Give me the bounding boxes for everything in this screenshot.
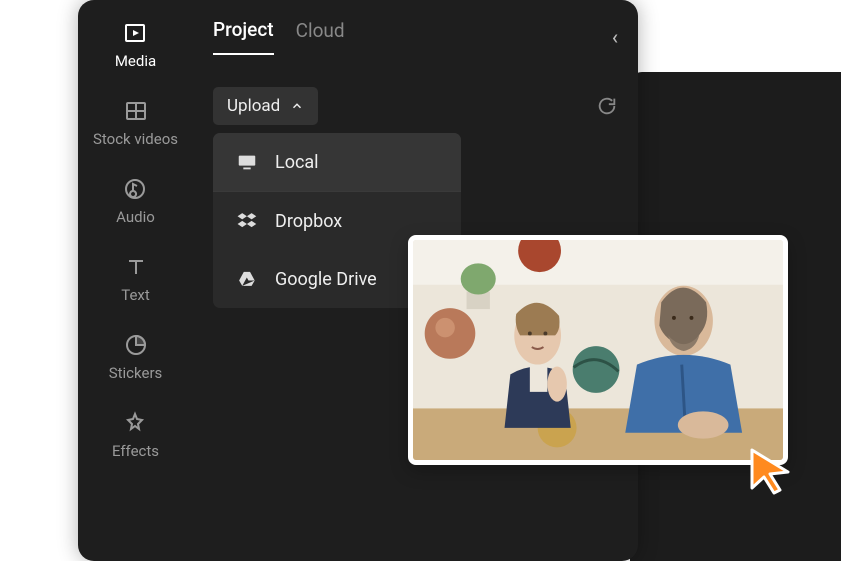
media-thumbnail[interactable] xyxy=(408,235,788,465)
stickers-icon xyxy=(123,332,149,358)
sidebar-item-effects[interactable]: Effects xyxy=(112,410,159,460)
sidebar-item-text[interactable]: Text xyxy=(121,254,150,304)
tabs: Project Cloud ‹‹ xyxy=(213,18,618,55)
media-icon xyxy=(122,20,148,46)
sidebar-item-stock-videos[interactable]: Stock videos xyxy=(93,98,178,148)
sidebar-item-media[interactable]: Media xyxy=(115,20,156,70)
tab-project[interactable]: Project xyxy=(213,18,274,55)
audio-icon xyxy=(122,176,148,202)
sidebar: Media Stock videos Audio Text Stickers xyxy=(78,0,193,561)
sidebar-label: Stock videos xyxy=(93,130,178,148)
sidebar-label: Stickers xyxy=(109,364,163,382)
dropbox-icon xyxy=(235,210,259,232)
dropdown-label: Local xyxy=(275,152,319,173)
upload-label: Upload xyxy=(227,96,280,116)
collapse-panel-icon[interactable]: ‹‹ xyxy=(612,25,618,49)
chevron-up-icon xyxy=(290,98,304,118)
dropdown-label: Dropbox xyxy=(275,211,342,232)
upload-button[interactable]: Upload xyxy=(213,87,318,125)
cursor-icon xyxy=(746,446,796,496)
text-icon xyxy=(123,254,149,280)
sidebar-item-audio[interactable]: Audio xyxy=(116,176,155,226)
google-drive-icon xyxy=(235,268,259,290)
dropdown-label: Google Drive xyxy=(275,269,377,290)
sidebar-label: Audio xyxy=(116,208,155,226)
sidebar-label: Media xyxy=(115,52,156,70)
dropdown-item-local[interactable]: Local xyxy=(213,133,461,191)
refresh-icon[interactable] xyxy=(596,95,618,117)
effects-icon xyxy=(122,410,148,436)
sidebar-item-stickers[interactable]: Stickers xyxy=(109,332,163,382)
stock-videos-icon xyxy=(123,98,149,124)
local-icon xyxy=(235,151,259,173)
sidebar-label: Effects xyxy=(112,442,159,460)
tab-cloud[interactable]: Cloud xyxy=(296,19,345,54)
toolbar: Upload xyxy=(213,87,618,125)
sidebar-label: Text xyxy=(121,286,150,304)
